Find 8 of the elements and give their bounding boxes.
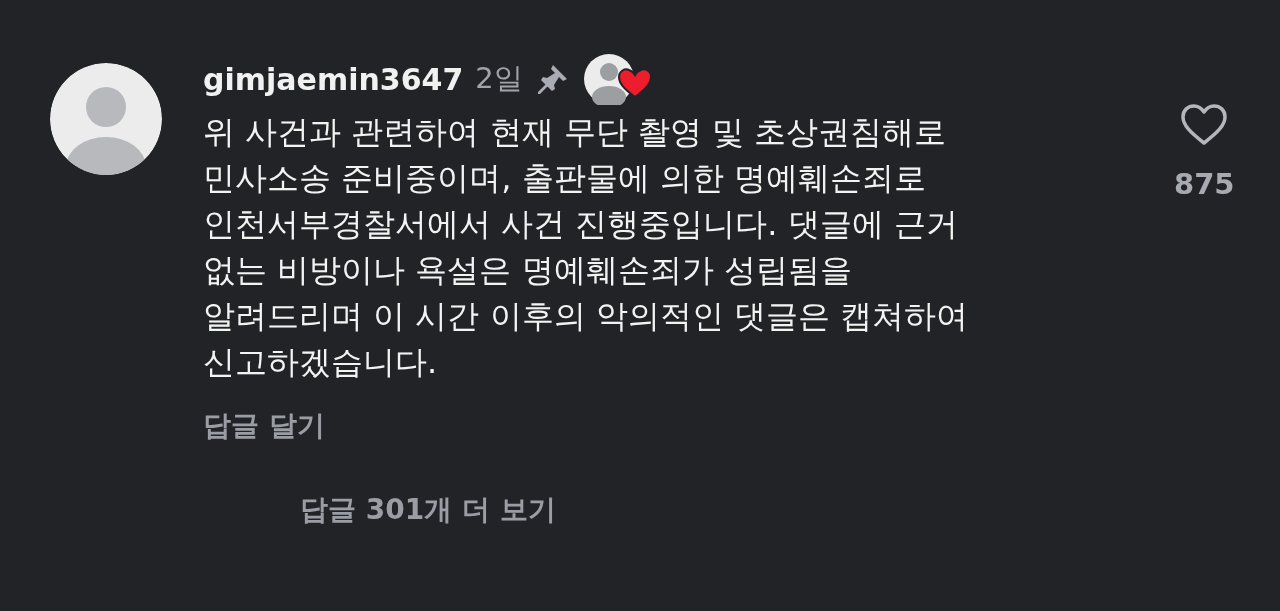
reply-button[interactable]: 답글 달기 (203, 407, 325, 445)
comment-text: 위 사건과 관련하여 현재 무단 촬영 및 초상권침해로 민사소송 준비중이며, 출판물에 의한 명예훼손죄로 인천서부경찰서에서 사건 진행중입니다. 댓글에 근거 없는 비방이나 욕설은 명예훼손죄가 성립됨을 알려드리며 이 시간 이후의 악의적인 댓글은 캡쳐하여 신고하겠습니다. (203, 112, 970, 383)
avatar-icon[interactable] (50, 63, 162, 175)
view-replies-button[interactable]: 답글 301개 더 보기 (300, 491, 556, 529)
heart-icon[interactable] (1180, 103, 1229, 147)
like-count: 875 (1174, 167, 1235, 201)
username[interactable]: gimjaemin3647 (203, 61, 464, 97)
timestamp: 2일 (475, 60, 523, 97)
